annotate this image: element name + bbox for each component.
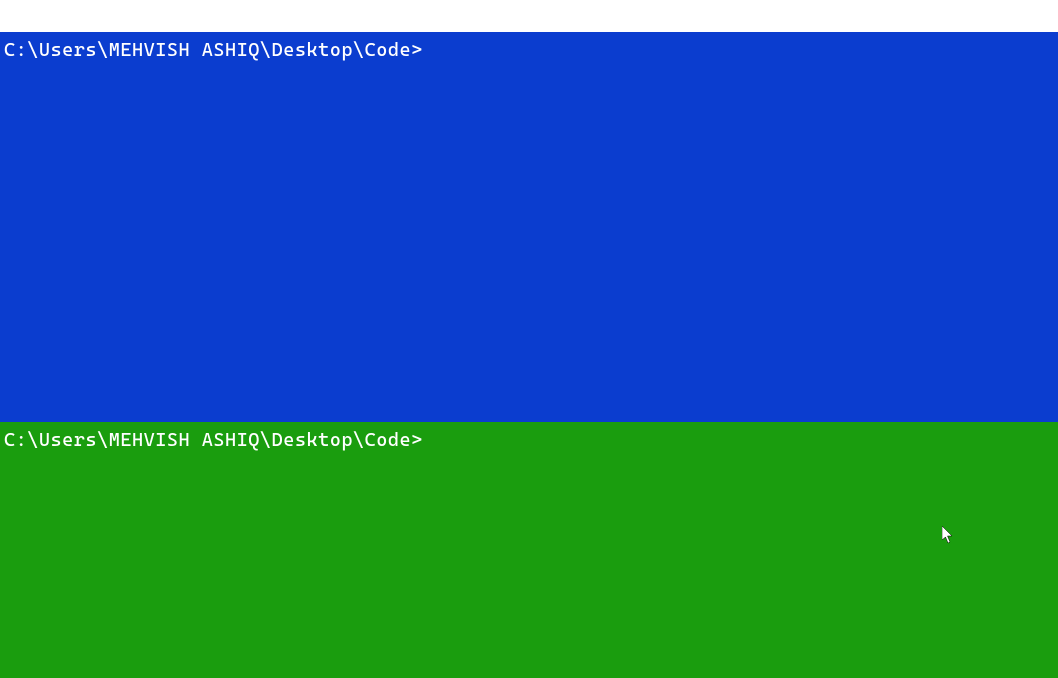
mouse-cursor-icon	[942, 526, 954, 544]
terminal-pane-bottom[interactable]: C:\Users\MEHVISH ASHIQ\Desktop\Code>	[0, 422, 1058, 678]
prompt-top[interactable]: C:\Users\MEHVISH ASHIQ\Desktop\Code>	[4, 38, 1054, 63]
title-bar	[0, 0, 1058, 32]
prompt-bottom[interactable]: C:\Users\MEHVISH ASHIQ\Desktop\Code>	[4, 428, 1054, 453]
terminal-pane-top[interactable]: C:\Users\MEHVISH ASHIQ\Desktop\Code>	[0, 32, 1058, 422]
